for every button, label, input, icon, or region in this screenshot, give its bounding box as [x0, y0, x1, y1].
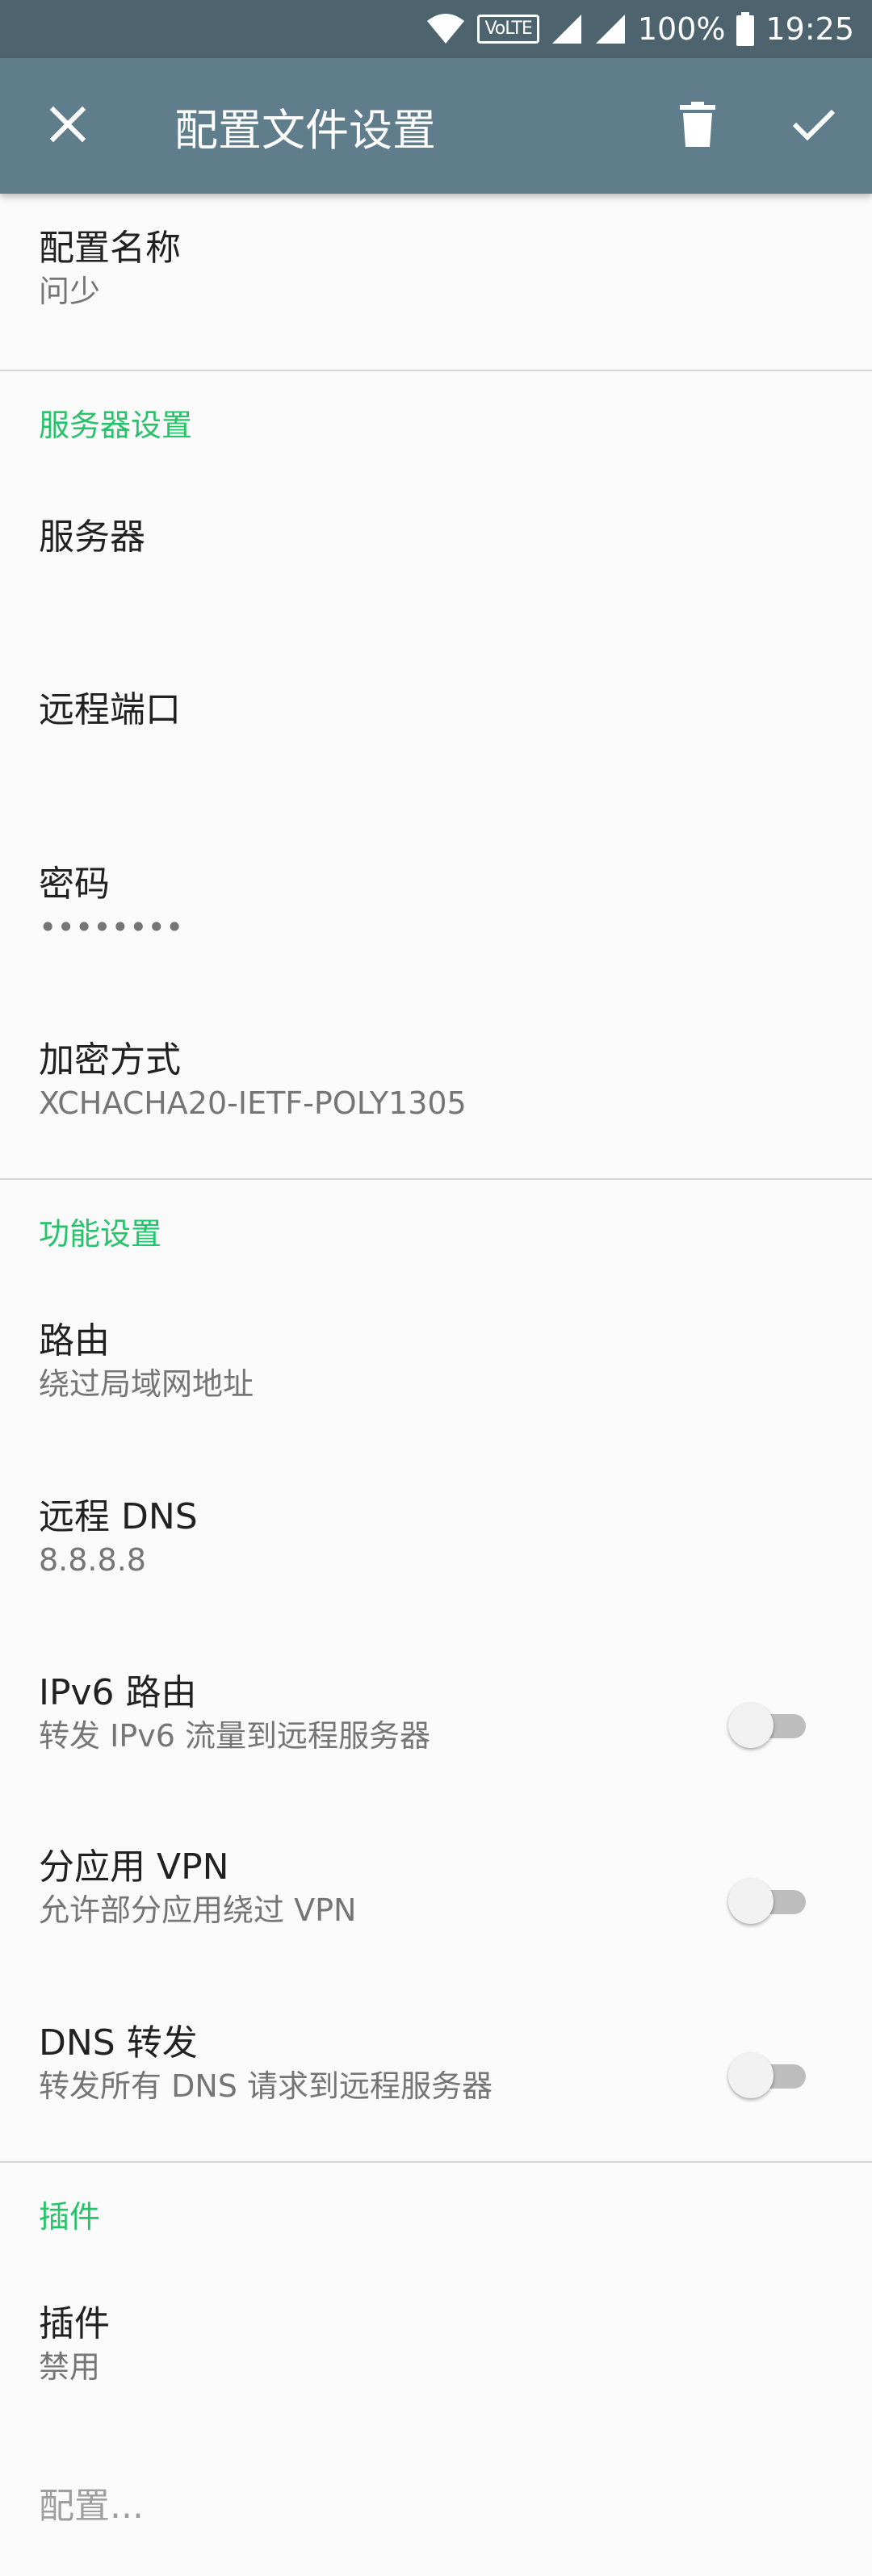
- remote-port-item[interactable]: 远程端口: [0, 688, 872, 733]
- close-icon: [48, 105, 87, 147]
- route-title: 路由: [39, 1320, 110, 1361]
- server-item[interactable]: 服务器: [0, 515, 872, 560]
- password-title: 密码: [39, 864, 110, 905]
- wifi-icon: [426, 13, 466, 45]
- page-title: 配置文件设置: [174, 104, 436, 156]
- route-value: 绕过局域网地址: [39, 1366, 254, 1402]
- password-item[interactable]: 密码 ••••••••: [0, 862, 872, 947]
- per-app-vpn-switch[interactable]: [728, 1874, 806, 1926]
- encryption-method-value: XCHACHA20-IETF-POLY1305: [39, 1085, 467, 1121]
- profile-name-item[interactable]: 配置名称 问少: [0, 226, 872, 312]
- encryption-method-item[interactable]: 加密方式 XCHACHA20-IETF-POLY1305: [0, 1038, 872, 1123]
- signal-icon: [551, 13, 583, 45]
- route-item[interactable]: 路由 绕过局域网地址: [0, 1319, 872, 1404]
- remote-dns-title: 远程 DNS: [39, 1496, 198, 1537]
- plugin-item[interactable]: 插件 禁用: [0, 2302, 872, 2387]
- remote-dns-item[interactable]: 远程 DNS 8.8.8.8: [0, 1495, 872, 1580]
- plugin-value: 禁用: [39, 2349, 101, 2385]
- close-button[interactable]: [29, 87, 107, 165]
- check-icon: [791, 107, 836, 145]
- remote-dns-value: 8.8.8.8: [39, 1542, 146, 1578]
- password-value: ••••••••: [39, 910, 184, 945]
- plugin-title: 插件: [39, 2303, 110, 2344]
- category-plugin: 插件: [39, 2199, 101, 2235]
- switch-thumb: [728, 1703, 773, 1748]
- category-server-settings: 服务器设置: [39, 408, 193, 443]
- clock: 19:25: [765, 11, 854, 47]
- switch-thumb: [728, 2053, 773, 2098]
- delete-button[interactable]: [659, 87, 736, 165]
- divider: [0, 370, 872, 371]
- profile-name-value: 问少: [39, 274, 101, 309]
- divider: [0, 1178, 872, 1180]
- save-button[interactable]: [775, 87, 853, 165]
- encryption-method-title: 加密方式: [39, 1039, 181, 1081]
- signal-icon: [594, 13, 627, 45]
- server-title: 服务器: [39, 516, 145, 558]
- switch-thumb: [728, 1879, 773, 1924]
- divider: [0, 2161, 872, 2163]
- plugin-configure-title: 配置...: [39, 2486, 144, 2527]
- toolbar: 配置文件设置: [0, 58, 872, 194]
- profile-name-title: 配置名称: [39, 228, 181, 269]
- dns-forward-switch[interactable]: [728, 2048, 806, 2100]
- battery-icon: [736, 12, 755, 46]
- volte-icon: VoLTE: [477, 15, 539, 44]
- remote-port-title: 远程端口: [39, 689, 181, 730]
- plugin-configure-item[interactable]: 配置...: [0, 2484, 872, 2529]
- delete-icon: [680, 102, 715, 150]
- ipv6-route-switch[interactable]: [728, 1698, 806, 1750]
- category-feature-settings: 功能设置: [39, 1216, 162, 1252]
- status-bar: VoLTE 100% 19:25: [0, 0, 872, 58]
- battery-percent: 100%: [637, 11, 726, 47]
